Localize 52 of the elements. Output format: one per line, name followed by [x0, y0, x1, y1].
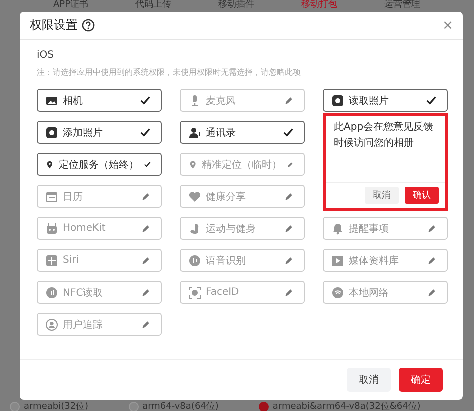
- contact-icon: [189, 126, 201, 138]
- permission-option[interactable]: 相机: [37, 89, 162, 112]
- popover-text: 此App会在您意见反馈时候访问您的相册: [333, 120, 435, 151]
- permission-option[interactable]: HomeKit: [37, 217, 162, 240]
- permission-option[interactable]: 本地网络: [323, 281, 448, 304]
- platform-label: iOS: [37, 50, 55, 61]
- sound-icon: [189, 254, 201, 266]
- camera-icon: [46, 94, 58, 106]
- user-icon: [46, 318, 58, 330]
- calendar-icon: [46, 190, 58, 202]
- popover-confirm-button[interactable]: 确认: [405, 187, 439, 204]
- permission-option[interactable]: 日历: [37, 185, 162, 208]
- popover-cancel-button[interactable]: 取消: [365, 187, 399, 204]
- architecture-option[interactable]: armeabi(32位): [10, 400, 89, 411]
- grid-icon: [46, 254, 58, 266]
- permission-option[interactable]: 精准定位（临时）: [180, 153, 305, 176]
- wifi-icon: [332, 286, 344, 298]
- face-icon: [189, 286, 201, 298]
- permission-option[interactable]: NFC读取: [37, 281, 162, 304]
- nav-tab[interactable]: 移动插件: [218, 0, 254, 12]
- permission-option[interactable]: 运动与健身: [180, 217, 305, 240]
- permission-option[interactable]: 提醒事项: [323, 217, 448, 240]
- nfc-icon: [46, 286, 58, 298]
- permission-option[interactable]: 麦克风: [180, 89, 305, 112]
- heart-icon: [189, 190, 201, 202]
- robot-icon: [46, 222, 58, 234]
- ok-button[interactable]: 确定: [399, 368, 443, 392]
- permission-option[interactable]: 读取照片: [323, 89, 448, 112]
- dialog-title: 权限设置: [30, 17, 78, 34]
- permission-option[interactable]: 定位服务（始终）: [37, 153, 162, 176]
- image-icon: [46, 126, 58, 138]
- note-text: 注：请选择应用中使用到的系统权限，未使用权限时无需选择，请忽略此项: [37, 67, 302, 78]
- bell-icon: [332, 222, 344, 234]
- permission-option[interactable]: 通讯录: [180, 121, 305, 144]
- nav-tab[interactable]: 移动打包: [301, 0, 338, 12]
- architecture-option[interactable]: arm64-v8a(64位): [128, 400, 219, 411]
- help-icon[interactable]: [82, 19, 95, 32]
- permission-option[interactable]: 健康分享: [180, 185, 305, 208]
- pin-icon: [189, 158, 198, 170]
- permission-option[interactable]: 添加照片: [37, 121, 162, 144]
- close-button[interactable]: ×: [443, 17, 453, 34]
- architecture-option[interactable]: armeabi&arm64-v8a(32位&64位): [258, 400, 421, 411]
- permission-option[interactable]: 用户追踪: [37, 313, 162, 336]
- media-icon: [332, 254, 344, 266]
- permission-option[interactable]: 语音识别: [180, 249, 305, 272]
- permission-option[interactable]: FaceID: [180, 281, 305, 304]
- image-icon: [332, 94, 344, 106]
- microphone-icon: [189, 94, 201, 106]
- cancel-button[interactable]: 取消: [347, 368, 391, 392]
- permission-option[interactable]: Siri: [37, 249, 162, 272]
- pin-icon: [46, 158, 54, 170]
- permission-option[interactable]: 媒体资料库: [323, 249, 448, 272]
